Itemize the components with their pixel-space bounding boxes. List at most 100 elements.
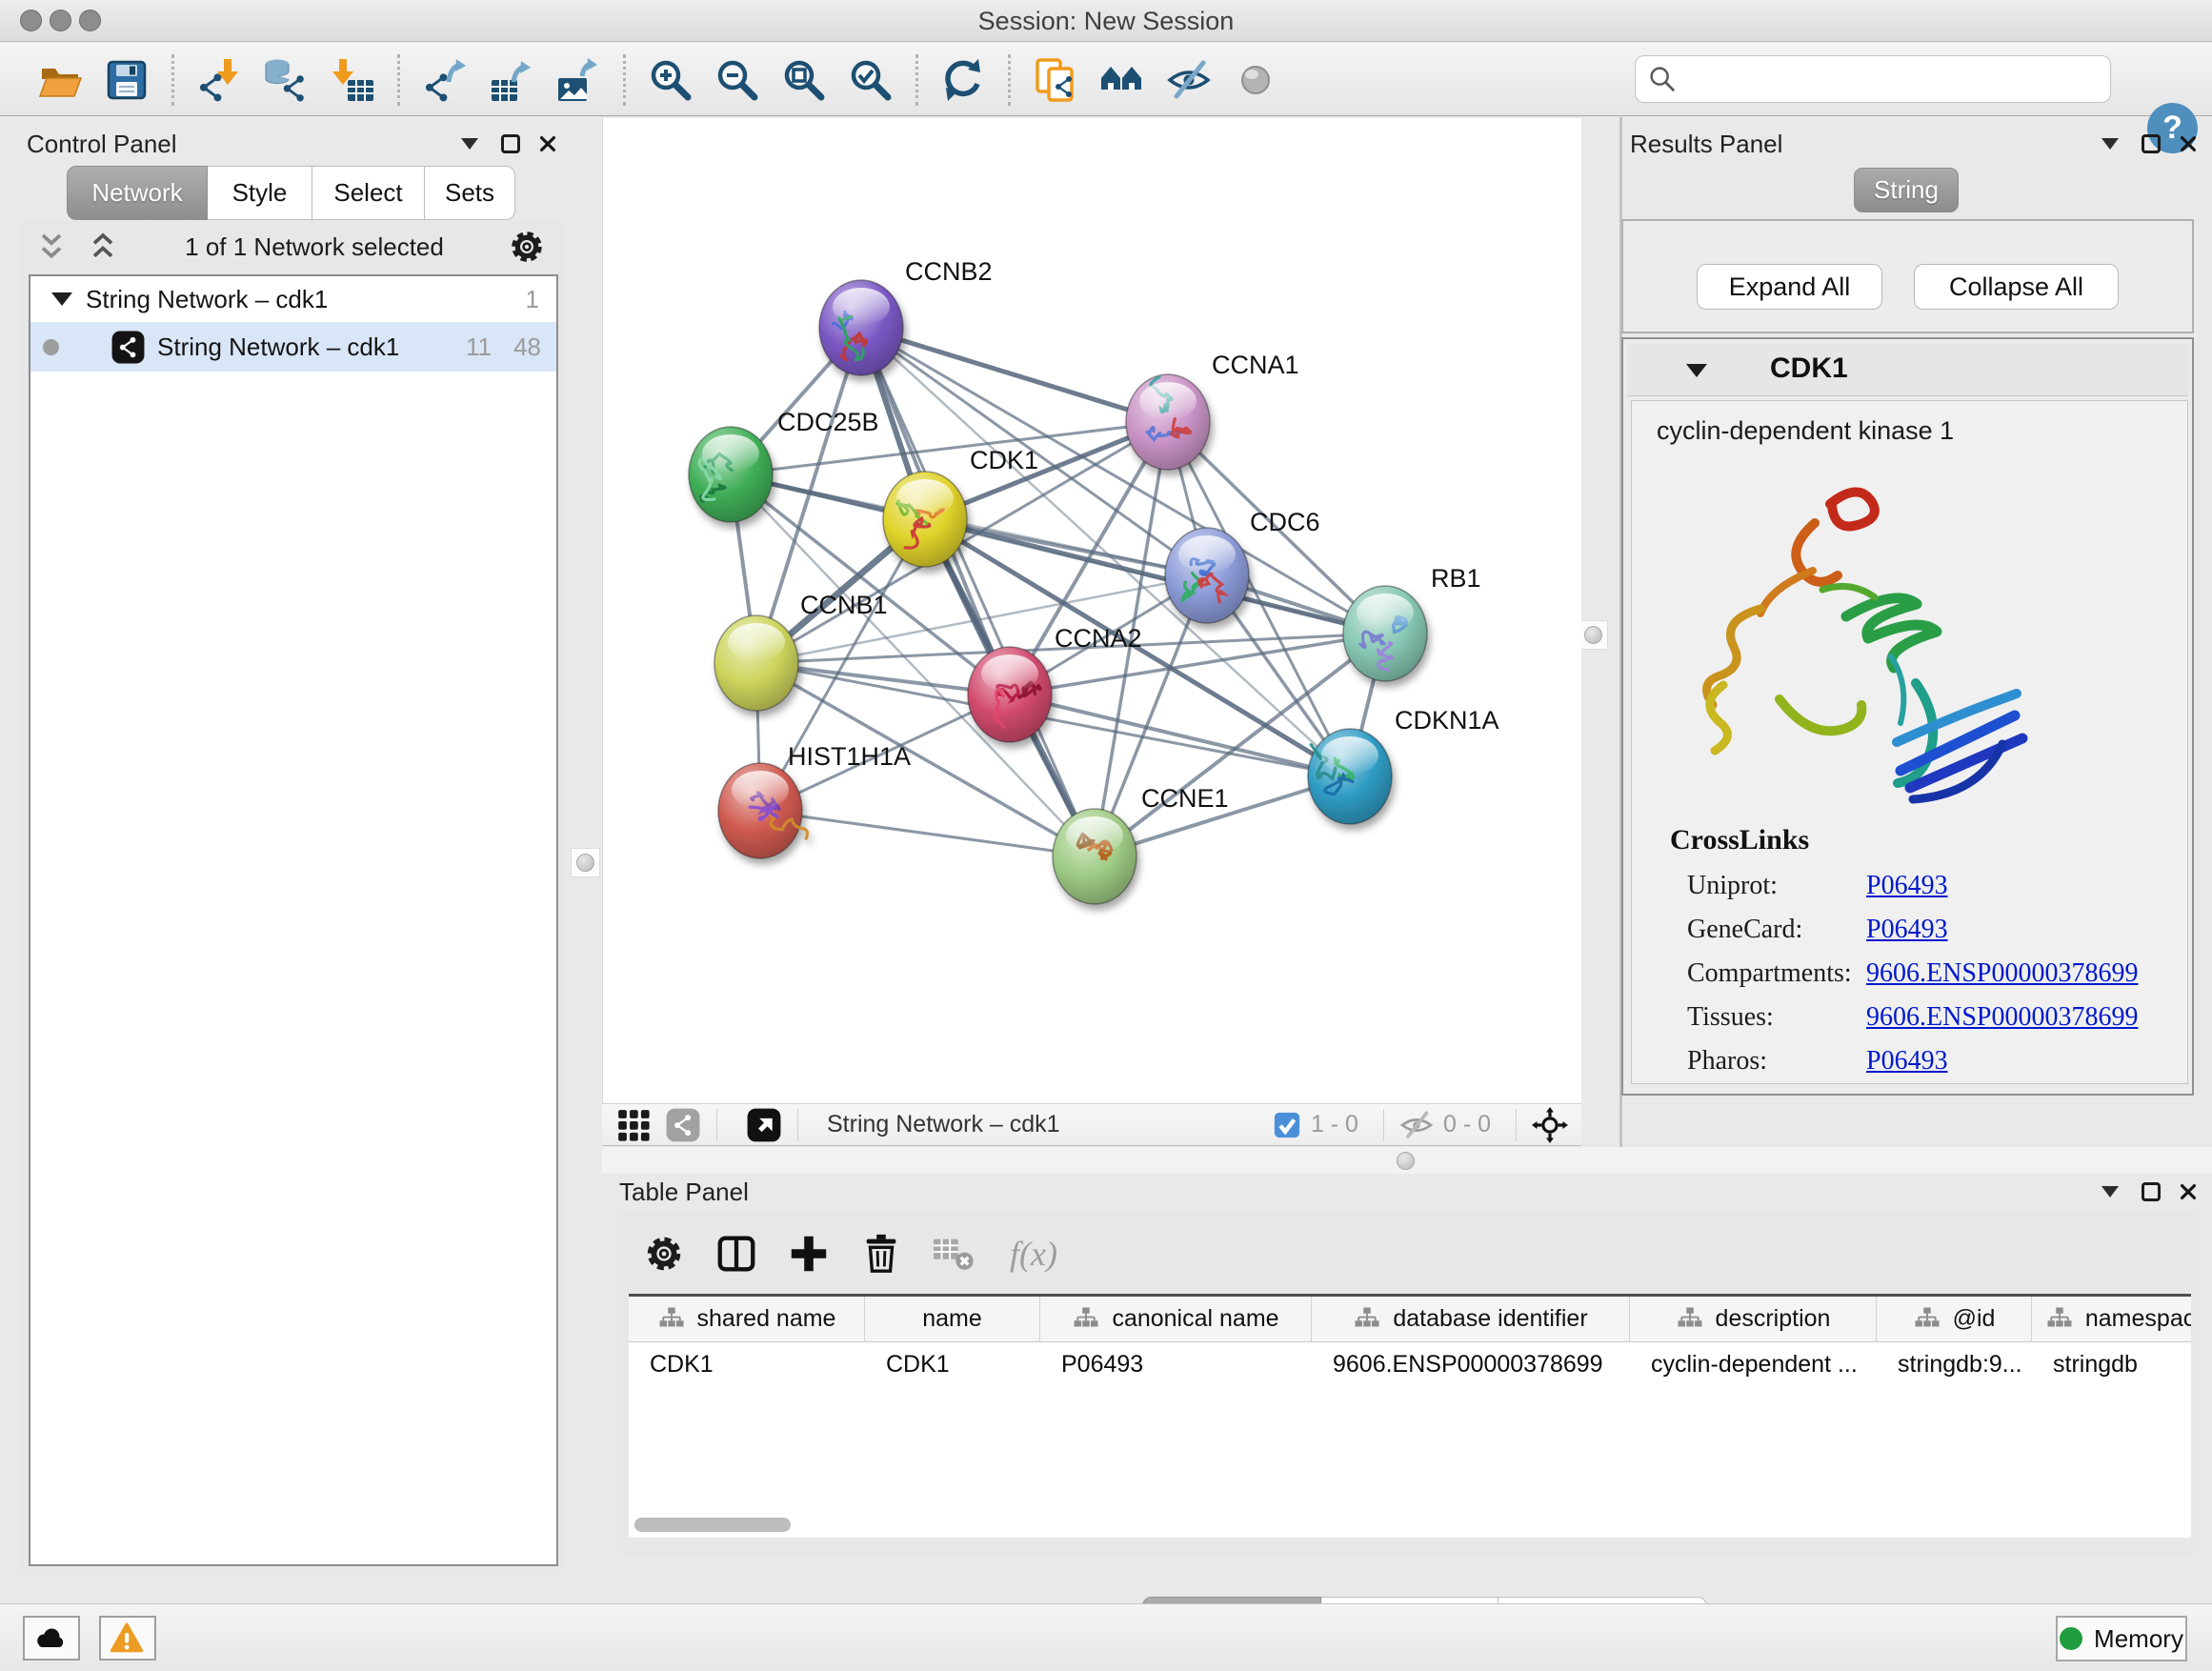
add-column-icon[interactable] [787, 1232, 831, 1276]
update-network-icon[interactable] [938, 55, 988, 105]
table-cell[interactable]: CDK1 [865, 1342, 1040, 1386]
warnings-button[interactable] [99, 1616, 156, 1661]
left-splitter-handle[interactable] [571, 848, 600, 877]
tab-string[interactable]: String [1854, 168, 1959, 212]
column-header-database-identifier[interactable]: database identifier [1312, 1297, 1630, 1341]
hidden-eye-slash-icon[interactable] [1399, 1108, 1434, 1142]
zoom-fit-content-icon[interactable] [779, 55, 829, 105]
memory-button[interactable]: Memory [2056, 1616, 2187, 1661]
panel-close-icon[interactable] [2178, 133, 2199, 154]
clone-network-icon[interactable] [1031, 55, 1080, 105]
collapse-entry-icon[interactable] [1686, 364, 1707, 377]
crosslink-link[interactable]: P06493 [1866, 871, 1948, 901]
collection-expander-icon[interactable] [51, 292, 72, 306]
network-node-HIST1H1A[interactable] [718, 763, 807, 858]
network-node-CCNB1[interactable] [714, 615, 798, 711]
network-node-CCNA2[interactable] [968, 647, 1052, 742]
network-canvas[interactable]: CCNB2CCNA1CDC25BCDK1CDC6RB1CCNB1CCNA2CDK… [602, 118, 1581, 1103]
import-table-from-file-icon[interactable] [328, 55, 377, 105]
column-header-canonical-name[interactable]: canonical name [1040, 1297, 1312, 1341]
panel-float-icon[interactable] [2142, 1182, 2161, 1201]
selected-checkbox-icon[interactable] [1273, 1111, 1301, 1139]
network-edge-HIST1H1A-CCNE1[interactable] [760, 811, 1095, 856]
network-badge-gray-icon[interactable] [665, 1107, 701, 1143]
panel-float-icon[interactable] [2142, 134, 2161, 153]
network-node-CCNE1[interactable] [1053, 809, 1136, 904]
crosslink-link[interactable]: P06493 [1866, 1046, 1948, 1077]
network-edge-CCNB2-CCNA1[interactable] [861, 328, 1168, 422]
export-image-icon[interactable] [553, 55, 603, 105]
panel-menu-icon[interactable] [461, 138, 478, 150]
table-settings-gear-icon[interactable] [642, 1232, 686, 1276]
zoom-in-icon[interactable] [646, 55, 695, 105]
table-cell[interactable]: P06493 [1040, 1342, 1312, 1386]
toolbar-separator [397, 54, 400, 106]
expand-all-button[interactable]: Expand All [1697, 264, 1882, 310]
expand-all-networks-icon[interactable] [84, 230, 122, 264]
column-header-name[interactable]: name [865, 1297, 1040, 1341]
network-node-CCNB2[interactable] [819, 280, 903, 375]
collapse-all-networks-icon[interactable] [32, 230, 70, 264]
table-cell[interactable]: stringdb:9... [1877, 1342, 2032, 1386]
zoom-out-icon[interactable] [713, 55, 762, 105]
column-header-description[interactable]: description [1630, 1297, 1877, 1341]
import-network-from-database-icon[interactable] [261, 55, 311, 105]
crosslink-link[interactable]: P06493 [1866, 915, 1948, 945]
table-cell[interactable]: 9606.ENSP00000378699 [1312, 1342, 1630, 1386]
birds-eye-crosshair-icon[interactable] [1532, 1107, 1568, 1143]
search-input[interactable] [1635, 55, 2111, 103]
graphics-details-icon[interactable] [1231, 55, 1280, 105]
save-session-icon[interactable] [102, 55, 151, 105]
tab-sets[interactable]: Sets [425, 166, 515, 220]
network-overview-icon[interactable] [1097, 55, 1147, 105]
panel-float-icon[interactable] [501, 134, 520, 153]
network-node-CDKN1A[interactable] [1308, 729, 1392, 824]
table-row[interactable]: CDK1CDK1P064939606.ENSP00000378699cyclin… [629, 1342, 2191, 1386]
network-tab-body: 1 of 1 Network selected String Network –… [19, 221, 564, 1574]
tab-network[interactable]: Network [67, 166, 208, 220]
show-columns-icon[interactable] [714, 1232, 758, 1276]
network-options-gear-icon[interactable] [507, 227, 547, 267]
collection-name: String Network – cdk1 [86, 285, 501, 314]
export-table-icon[interactable] [487, 55, 536, 105]
right-splitter-handle[interactable] [1579, 620, 1608, 650]
network-node-CCNA1[interactable] [1126, 374, 1210, 470]
network-node-CDC25B[interactable] [689, 427, 773, 522]
table-toolbar: f(x) [642, 1225, 1057, 1282]
table-cell[interactable]: stringdb [2032, 1342, 2191, 1386]
network-selection-summary: 1 of 1 Network selected [122, 232, 507, 262]
crosslink-link[interactable]: 9606.ENSP00000378699 [1866, 958, 2138, 989]
import-network-from-file-icon[interactable] [194, 55, 244, 105]
gene-header-row[interactable]: CDK1 [1627, 343, 2188, 396]
network-edge-CCNB2-CCNE1[interactable] [861, 328, 1095, 856]
column-header--id[interactable]: @id [1877, 1297, 2032, 1341]
crosslink-link[interactable]: 9606.ENSP00000378699 [1866, 1002, 2138, 1033]
network-node-RB1[interactable] [1343, 586, 1427, 681]
tab-select[interactable]: Select [312, 166, 425, 220]
panel-close-icon[interactable] [2178, 1181, 2199, 1202]
zoom-selected-icon[interactable] [846, 55, 895, 105]
delete-column-icon[interactable] [859, 1232, 903, 1276]
panel-menu-icon[interactable] [2101, 1186, 2119, 1198]
network-node-CDC6[interactable] [1165, 528, 1249, 623]
network-row[interactable]: String Network – cdk1 11 48 [30, 322, 556, 372]
network-node-CDK1[interactable] [883, 472, 967, 567]
bottom-splitter-handle[interactable] [1391, 1146, 1420, 1176]
panel-close-icon[interactable] [537, 133, 558, 154]
cloud-button[interactable] [23, 1616, 80, 1661]
table-cell[interactable]: CDK1 [629, 1342, 865, 1386]
open-session-icon[interactable] [35, 55, 85, 105]
hide-selected-icon[interactable] [1164, 55, 1214, 105]
panel-menu-icon[interactable] [2101, 138, 2119, 150]
table-cell[interactable]: cyclin-dependent ... [1630, 1342, 1877, 1386]
detach-view-icon[interactable] [746, 1107, 782, 1143]
table-horizontal-scrollbar[interactable] [634, 1518, 791, 1532]
export-network-icon[interactable] [420, 55, 470, 105]
tab-style[interactable]: Style [208, 166, 312, 220]
network-collection-row[interactable]: String Network – cdk1 1 [30, 276, 556, 322]
collapse-all-button[interactable]: Collapse All [1914, 264, 2119, 310]
column-header-shared-name[interactable]: shared name [629, 1297, 865, 1341]
memory-status-dot [2060, 1627, 2082, 1650]
column-header-namespace[interactable]: namespace [2032, 1297, 2191, 1341]
grid-view-icon[interactable] [615, 1107, 652, 1143]
